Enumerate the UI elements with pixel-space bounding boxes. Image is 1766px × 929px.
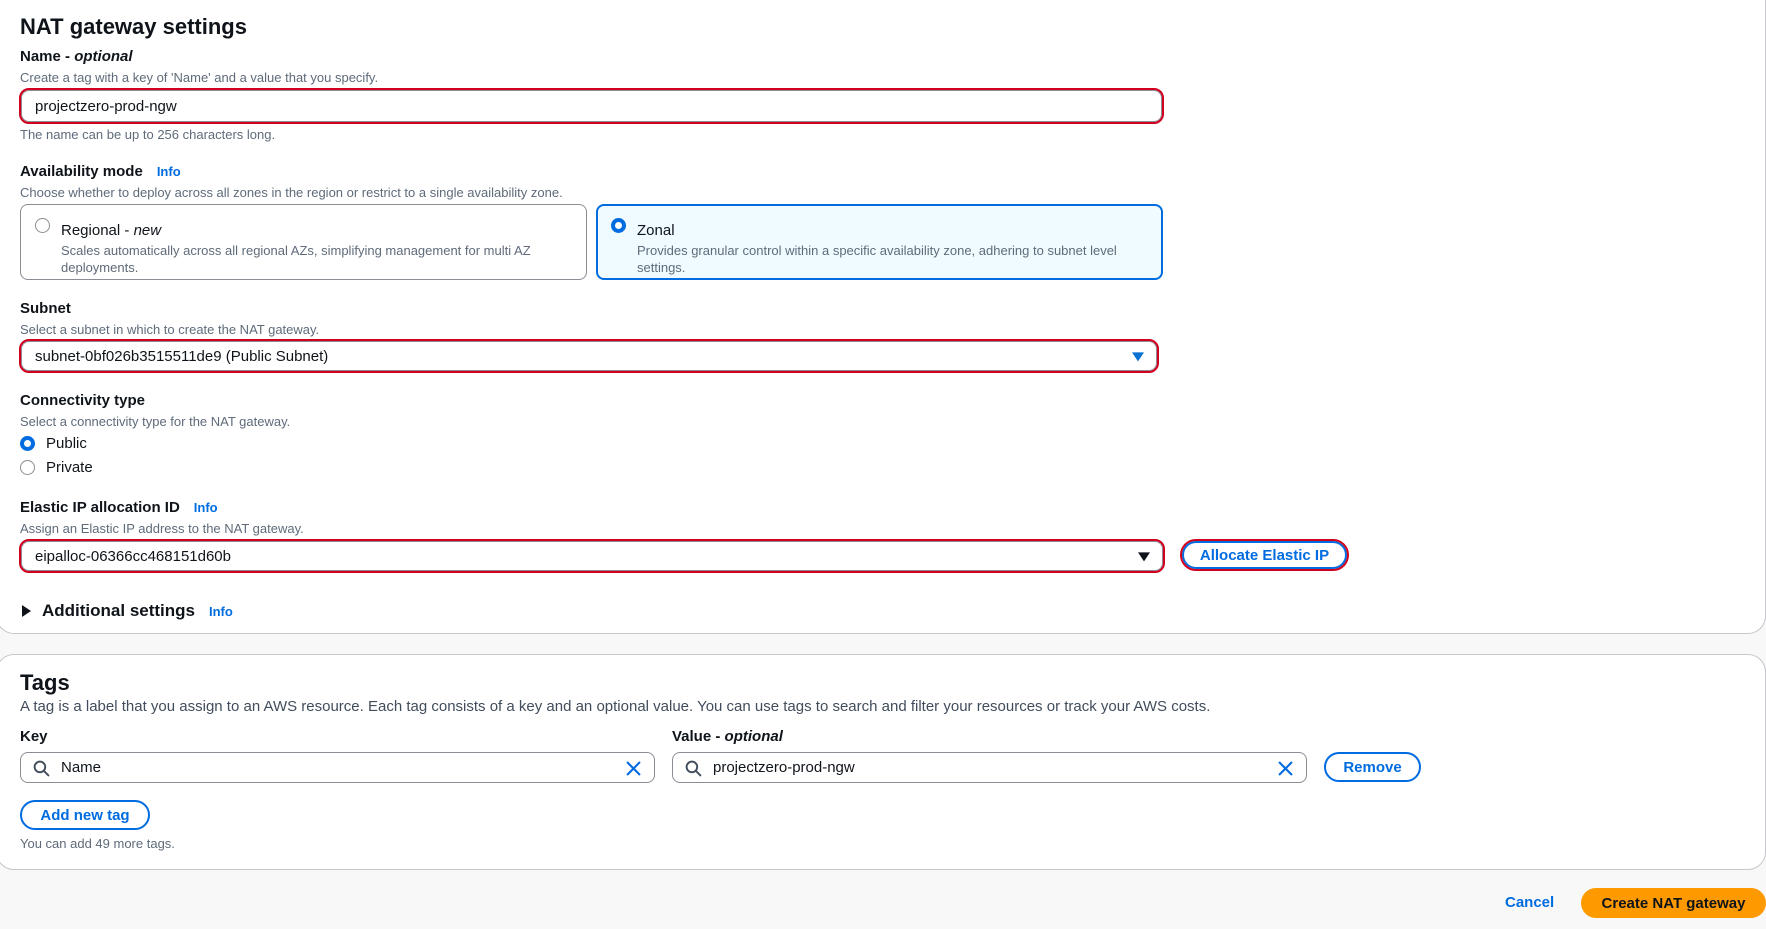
eip-select[interactable]: eipalloc-06366cc468151d60b bbox=[19, 539, 1165, 573]
expand-triangle-icon[interactable] bbox=[22, 605, 31, 617]
chevron-down-icon bbox=[1132, 352, 1144, 362]
section-title: NAT gateway settings bbox=[20, 14, 247, 39]
create-nat-gateway-button[interactable]: Create NAT gateway bbox=[1581, 888, 1766, 918]
regional-title-text: Regional bbox=[61, 222, 121, 239]
eip-label: Elastic IP allocation ID Info bbox=[20, 499, 218, 516]
name-label: Name - optional bbox=[20, 48, 133, 65]
tag-key-input[interactable]: Name bbox=[20, 752, 655, 783]
subnet-select[interactable]: subnet-0bf026b3515511de9 (Public Subnet) bbox=[19, 339, 1159, 373]
availability-tile-regional[interactable]: Regional - new Scales automatically acro… bbox=[20, 204, 587, 280]
name-description: Create a tag with a key of 'Name' and a … bbox=[20, 70, 379, 85]
name-constraint: The name can be up to 256 characters lon… bbox=[20, 127, 276, 142]
zonal-desc-line1: Provides granular control within a speci… bbox=[637, 243, 1117, 258]
add-new-tag-button[interactable]: Add new tag bbox=[20, 800, 150, 830]
regional-title: Regional - new bbox=[61, 222, 162, 239]
tag-value-input[interactable]: projectzero-prod-ngw bbox=[672, 752, 1307, 783]
cancel-button[interactable]: Cancel bbox=[1505, 894, 1554, 911]
eip-description: Assign an Elastic IP address to the NAT … bbox=[20, 521, 304, 536]
tag-value-label-text: Value bbox=[672, 728, 712, 745]
connectivity-public-radio[interactable] bbox=[20, 436, 35, 451]
subnet-label: Subnet bbox=[20, 300, 71, 317]
search-icon bbox=[685, 760, 702, 777]
chevron-down-icon bbox=[1138, 552, 1150, 562]
regional-radio[interactable] bbox=[35, 218, 50, 233]
availability-label: Availability mode Info bbox=[20, 163, 181, 180]
connectivity-private-label[interactable]: Private bbox=[46, 459, 93, 476]
allocate-elastic-ip-button[interactable]: Allocate Elastic IP bbox=[1180, 539, 1349, 571]
regional-desc-line2: deployments. bbox=[61, 260, 139, 275]
connectivity-description: Select a connectivity type for the NAT g… bbox=[20, 414, 291, 429]
regional-desc-line1: Scales automatically across all regional… bbox=[61, 243, 531, 258]
tags-description: A tag is a label that you assign to an A… bbox=[20, 698, 1211, 715]
additional-settings-label: Additional settings bbox=[42, 601, 195, 620]
availability-description: Choose whether to deploy across all zone… bbox=[20, 185, 563, 200]
availability-label-text: Availability mode bbox=[20, 163, 143, 180]
additional-settings-toggle[interactable]: Additional settings Info bbox=[42, 601, 233, 621]
availability-tile-zonal[interactable]: Zonal Provides granular control within a… bbox=[596, 204, 1163, 280]
eip-info-link[interactable]: Info bbox=[194, 500, 218, 515]
eip-select-value: eipalloc-06366cc468151d60b bbox=[35, 547, 231, 565]
search-icon bbox=[33, 760, 50, 777]
regional-description: Scales automatically across all regional… bbox=[61, 242, 531, 276]
availability-info-link[interactable]: Info bbox=[157, 164, 181, 179]
name-input-value: projectzero-prod-ngw bbox=[35, 97, 177, 115]
connectivity-label: Connectivity type bbox=[20, 392, 146, 409]
zonal-description: Provides granular control within a speci… bbox=[637, 242, 1117, 276]
name-label-text: Name bbox=[20, 48, 61, 65]
tag-key-label: Key bbox=[20, 728, 48, 745]
tags-remaining: You can add 49 more tags. bbox=[20, 836, 175, 851]
close-icon[interactable] bbox=[1277, 760, 1294, 777]
close-icon[interactable] bbox=[625, 760, 642, 777]
tags-title: Tags bbox=[20, 670, 70, 695]
zonal-radio[interactable] bbox=[611, 218, 626, 233]
regional-new-badge: new bbox=[133, 222, 162, 239]
name-input[interactable]: projectzero-prod-ngw bbox=[19, 88, 1164, 124]
connectivity-private-radio[interactable] bbox=[20, 460, 35, 475]
name-optional: optional bbox=[74, 48, 133, 65]
subnet-description: Select a subnet in which to create the N… bbox=[20, 322, 320, 337]
eip-label-text: Elastic IP allocation ID bbox=[20, 499, 180, 516]
subnet-select-value: subnet-0bf026b3515511de9 (Public Subnet) bbox=[35, 347, 329, 365]
tag-value-label: Value - optional bbox=[672, 728, 783, 745]
zonal-desc-line2: settings. bbox=[637, 260, 686, 275]
connectivity-public-label[interactable]: Public bbox=[46, 435, 87, 452]
remove-tag-button[interactable]: Remove bbox=[1324, 752, 1421, 782]
tag-value-optional: optional bbox=[724, 728, 783, 745]
additional-info-link[interactable]: Info bbox=[209, 604, 233, 619]
zonal-title: Zonal bbox=[637, 222, 675, 239]
